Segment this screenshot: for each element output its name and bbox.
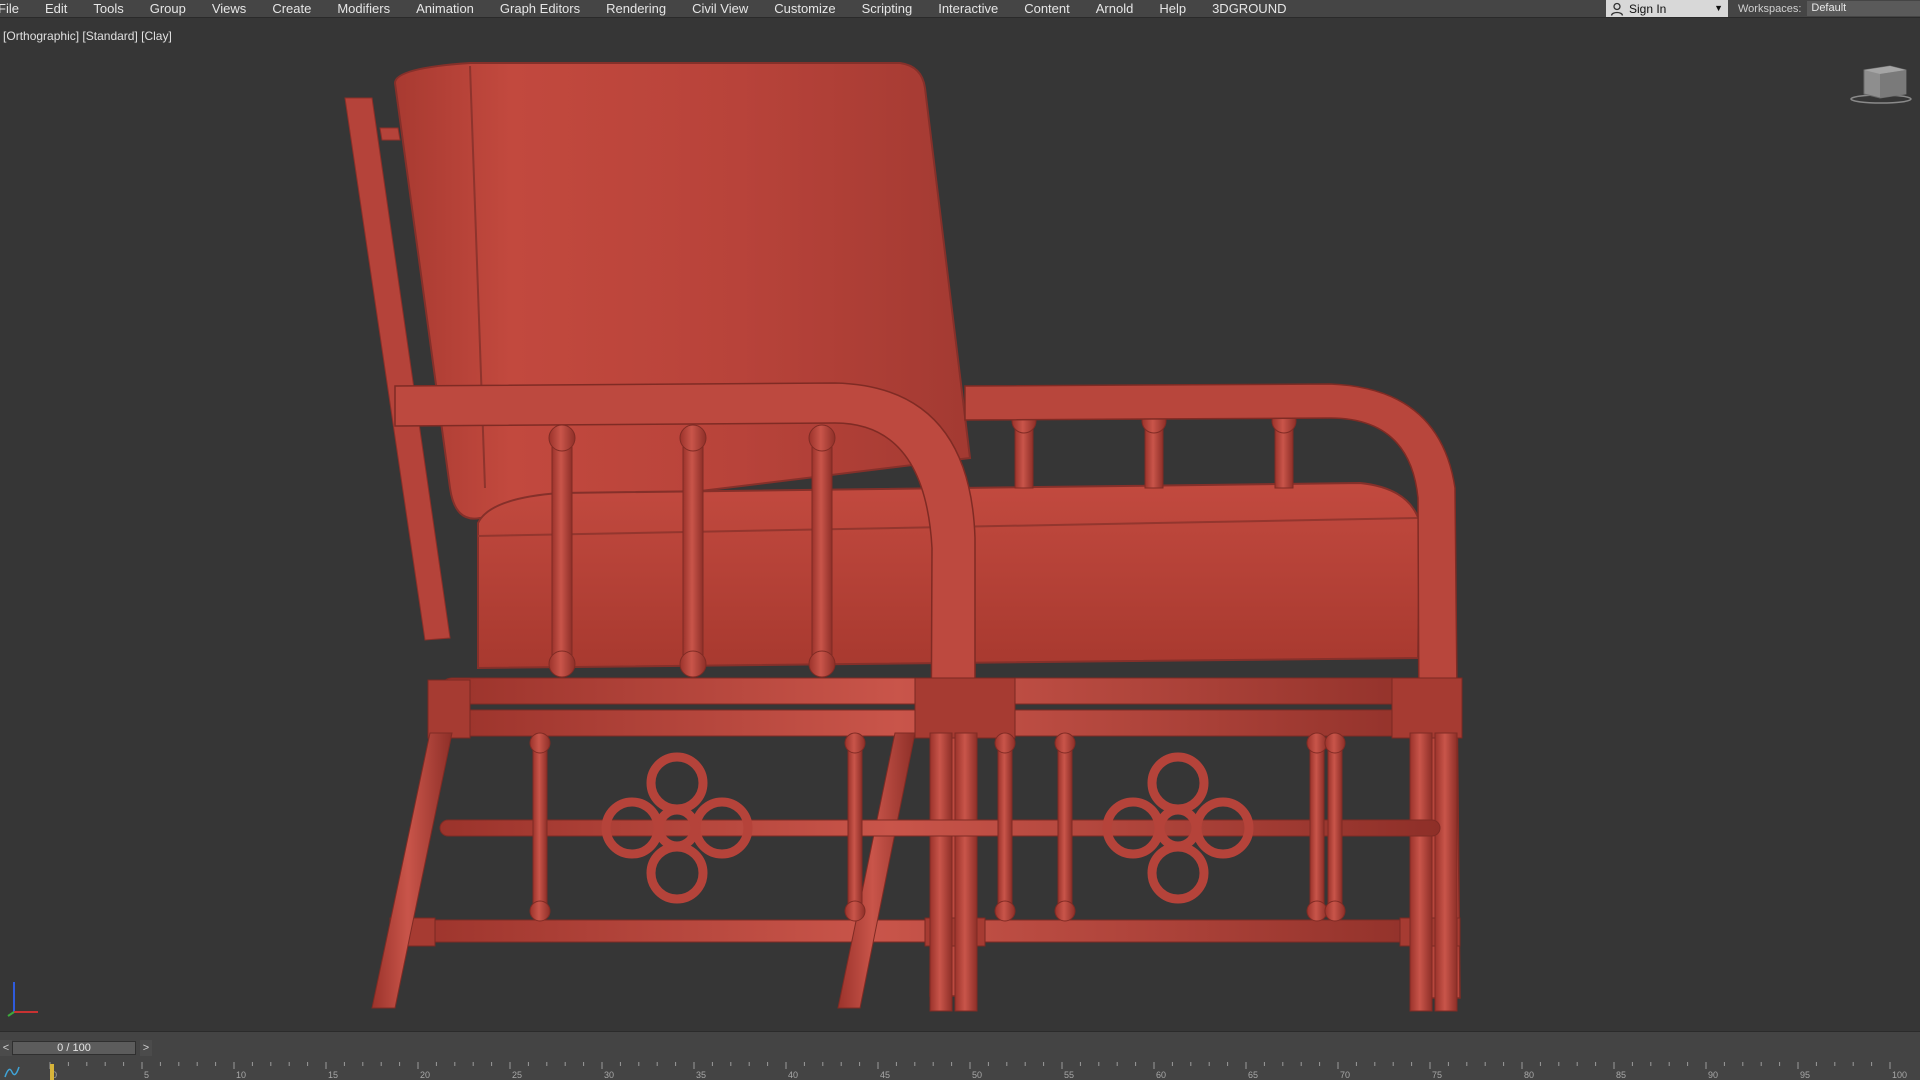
perspective-viewport[interactable]: [+] [Orthographic] [Standard] [Clay] [0, 18, 1920, 1031]
ruler-tick-label: 70 [1340, 1070, 1350, 1080]
ruler-tick-label: 90 [1708, 1070, 1718, 1080]
menu-item-civil-view[interactable]: Civil View [679, 0, 761, 17]
ruler-tick-label: 45 [880, 1070, 890, 1080]
ruler-tick-label: 50 [972, 1070, 982, 1080]
ruler-tick-label: 40 [788, 1070, 798, 1080]
ruler-tick-label: 80 [1524, 1070, 1534, 1080]
ruler-tick-label: 75 [1432, 1070, 1442, 1080]
menu-item-file[interactable]: File [0, 0, 32, 17]
ruler-tick-label: 30 [604, 1070, 614, 1080]
ruler-tick-label: 5 [144, 1070, 149, 1080]
ruler-tick-label: 15 [328, 1070, 338, 1080]
menu-item-tools[interactable]: Tools [80, 0, 136, 17]
workspaces-dropdown[interactable]: Default [1807, 1, 1920, 16]
time-cursor[interactable] [50, 1064, 54, 1080]
menu-item-animation[interactable]: Animation [403, 0, 487, 17]
menu-item-3dground[interactable]: 3DGROUND [1199, 0, 1299, 17]
menu-item-help[interactable]: Help [1146, 0, 1199, 17]
chevron-down-icon: ▼ [1714, 3, 1723, 13]
ruler-tick-label: 100 [1892, 1070, 1907, 1080]
max-window: File Edit Tools Group Views Create Modifiers An… [0, 0, 1920, 1080]
time-slider[interactable]: < 0 / 100 > [0, 1040, 160, 1056]
ruler-tick-label: 65 [1248, 1070, 1258, 1080]
track-bar-ruler[interactable]: 0 5 10 15 20 25 30 35 40 45 50 55 60 65 70 75 80 85 90 95 10… [0, 1062, 1920, 1080]
chair-model[interactable] [0, 18, 1920, 1031]
axis-tripod-icon [7, 982, 38, 1017]
ruler-tick-label: 95 [1800, 1070, 1810, 1080]
time-slider-thumb[interactable]: 0 / 100 [12, 1041, 136, 1055]
menu-item-create[interactable]: Create [259, 0, 324, 17]
ruler-tick-label: 25 [512, 1070, 522, 1080]
sign-in-label: Sign In [1629, 1, 1667, 16]
menu-item-arnold[interactable]: Arnold [1083, 0, 1147, 17]
menu-bar: File Edit Tools Group Views Create Modifiers An… [0, 0, 1920, 18]
workspaces-label: Workspaces: [1738, 2, 1802, 15]
time-slider-panel: < 0 / 100 > 0 5 10 15 20 25 30 35 40 45 50 55 60 65 70… [0, 1031, 1920, 1080]
back-spindles [1011, 408, 1297, 489]
ruler-tick-label: 10 [236, 1070, 246, 1080]
menu-item-edit[interactable]: Edit [32, 0, 80, 17]
ruler-tick-label: 60 [1156, 1070, 1166, 1080]
ruler-tick-label: 55 [1064, 1070, 1074, 1080]
ruler-tick-label: 20 [420, 1070, 430, 1080]
viewcube-icon[interactable] [1850, 60, 1912, 110]
menu-item-group[interactable]: Group [137, 0, 199, 17]
menu-item-graph-editors[interactable]: Graph Editors [487, 0, 593, 17]
menu-item-scripting[interactable]: Scripting [849, 0, 926, 17]
menu-item-views[interactable]: Views [199, 0, 259, 17]
menu-item-customize[interactable]: Customize [761, 0, 848, 17]
menu-item-content[interactable]: Content [1011, 0, 1083, 17]
prev-frame-button[interactable]: < [0, 1040, 12, 1056]
ruler-tick-label: 35 [696, 1070, 706, 1080]
ruler-tick-label: 85 [1616, 1070, 1626, 1080]
next-frame-button[interactable]: > [140, 1040, 152, 1056]
workspaces-selector: Workspaces: Default [1738, 0, 1920, 17]
sign-in-dropdown[interactable]: Sign In ▼ [1606, 0, 1728, 17]
menu-item-interactive[interactable]: Interactive [925, 0, 1011, 17]
menu-items: File Edit Tools Group Views Create Modifiers An… [0, 0, 1299, 17]
user-icon [1610, 2, 1624, 16]
menu-item-modifiers[interactable]: Modifiers [324, 0, 403, 17]
menu-item-rendering[interactable]: Rendering [593, 0, 679, 17]
